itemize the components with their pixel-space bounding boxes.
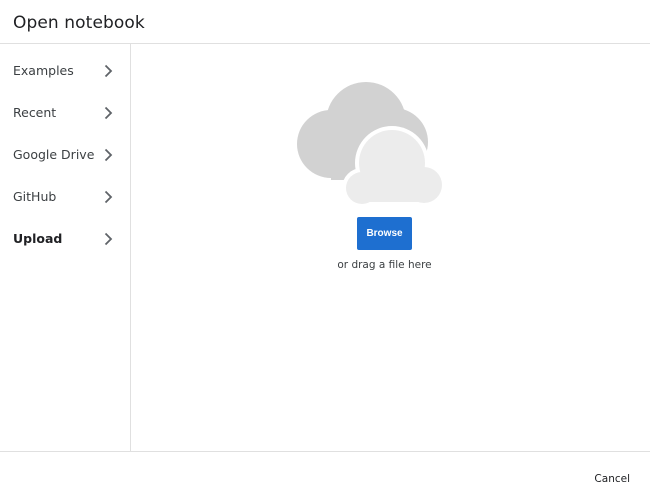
dialog-title: Open notebook bbox=[13, 13, 145, 33]
sidebar-item-recent[interactable]: Recent bbox=[0, 92, 130, 134]
sidebar-item-label: GitHub bbox=[13, 189, 57, 204]
cloud-icon bbox=[297, 82, 446, 207]
drag-hint-text: or drag a file here bbox=[337, 259, 432, 271]
chevron-right-icon bbox=[104, 190, 113, 204]
sidebar-item-label: Google Drive bbox=[13, 147, 95, 162]
sidebar-item-github[interactable]: GitHub bbox=[0, 176, 130, 218]
dialog-footer: Cancel bbox=[0, 451, 650, 504]
sidebar-item-upload[interactable]: Upload bbox=[0, 218, 130, 260]
upload-panel[interactable]: Browse or drag a file here bbox=[131, 44, 650, 451]
dialog-header: Open notebook bbox=[0, 0, 650, 44]
browse-button[interactable]: Browse bbox=[357, 217, 412, 250]
sidebar: Examples Recent Google Drive GitHub Uplo… bbox=[0, 44, 131, 451]
chevron-right-icon bbox=[104, 148, 113, 162]
chevron-right-icon bbox=[104, 232, 113, 246]
sidebar-item-google-drive[interactable]: Google Drive bbox=[0, 134, 130, 176]
chevron-right-icon bbox=[104, 64, 113, 78]
open-notebook-dialog: Open notebook Examples Recent Google Dri… bbox=[0, 0, 650, 504]
chevron-right-icon bbox=[104, 106, 113, 120]
cancel-button[interactable]: Cancel bbox=[588, 468, 636, 490]
sidebar-item-label: Recent bbox=[13, 105, 57, 120]
sidebar-item-label: Examples bbox=[13, 63, 74, 78]
sidebar-item-label: Upload bbox=[13, 231, 63, 246]
sidebar-item-examples[interactable]: Examples bbox=[0, 50, 130, 92]
